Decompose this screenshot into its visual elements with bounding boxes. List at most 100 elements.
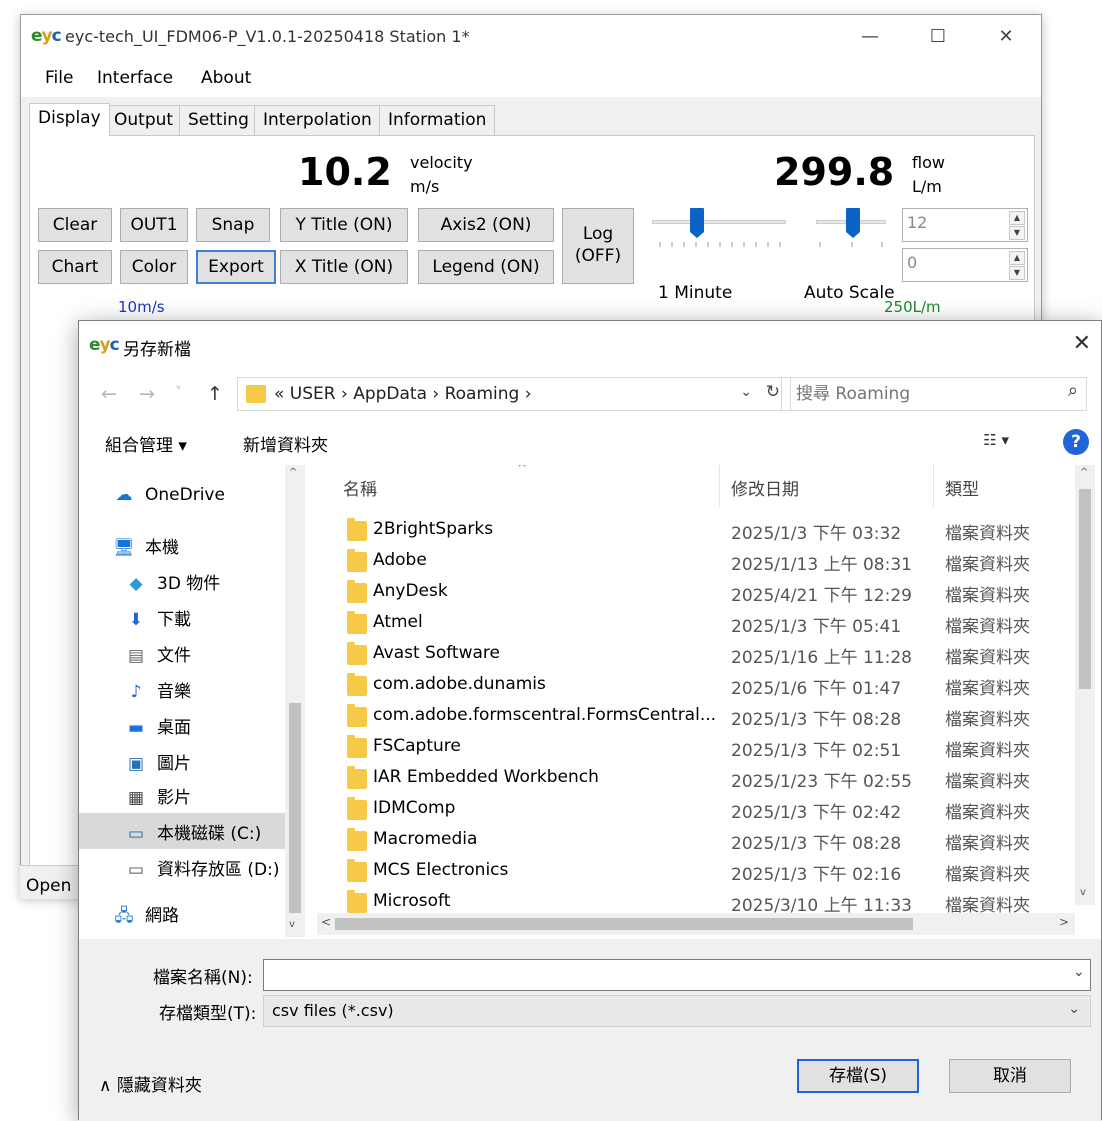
scroll-down-icon[interactable]: v xyxy=(289,919,295,930)
scroll-up-icon[interactable]: ^ xyxy=(289,467,297,478)
file-type: 檔案資料夾 xyxy=(945,555,1030,575)
search-icon[interactable]: ⌕ xyxy=(1068,380,1078,401)
close-icon[interactable]: ✕ xyxy=(1073,331,1091,356)
y-title-button[interactable]: Y Title (ON) xyxy=(280,208,408,242)
nav-item-desktop[interactable]: ▬ 桌面 xyxy=(123,713,191,738)
export-button[interactable]: Export xyxy=(196,250,276,284)
view-options-icon[interactable]: ☷ ▾ xyxy=(983,431,1009,449)
new-folder-button[interactable]: 新增資料夾 xyxy=(243,431,328,456)
snap-button[interactable]: Snap xyxy=(196,208,270,242)
file-row[interactable]: 2BrightSparks 2025/1/3 下午 03:32 檔案資料夾 xyxy=(317,517,1077,548)
nav-item-music[interactable]: ♪ 音樂 xyxy=(123,677,191,702)
column-header-type[interactable]: 類型 xyxy=(945,475,979,500)
color-button[interactable]: Color xyxy=(120,250,188,284)
min-spinner-value[interactable]: 0 xyxy=(907,253,917,272)
nav-item-pictures[interactable]: ▣ 圖片 xyxy=(123,749,191,774)
column-divider[interactable] xyxy=(933,465,934,507)
file-list-vertical-scrollbar[interactable]: ^ v xyxy=(1075,465,1095,905)
column-header-date[interactable]: 修改日期 xyxy=(731,475,799,500)
scroll-up-icon[interactable]: ^ xyxy=(1080,467,1088,478)
nav-item-this-pc[interactable]: 🖥 本機 xyxy=(111,533,179,558)
menu-about[interactable]: About xyxy=(201,68,251,88)
menu-file[interactable]: File xyxy=(45,68,73,88)
back-arrow-icon[interactable]: ← xyxy=(101,383,117,405)
address-bar[interactable]: « USER › AppData › Roaming › ⌄ ↻ xyxy=(237,377,791,411)
main-titlebar[interactable]: eyc eyc-tech_UI_FDM06-P_V1.0.1-20250418 … xyxy=(21,15,1041,59)
tab-setting[interactable]: Setting xyxy=(179,105,258,135)
file-row[interactable]: IDMComp 2025/1/3 下午 02:42 檔案資料夾 xyxy=(317,796,1077,827)
file-row[interactable]: FSCapture 2025/1/3 下午 02:51 檔案資料夾 xyxy=(317,734,1077,765)
organize-button[interactable]: 組合管理 ▾ xyxy=(105,431,187,456)
search-input[interactable] xyxy=(794,381,1044,407)
legend-button[interactable]: Legend (ON) xyxy=(418,250,554,284)
scroll-right-icon[interactable]: > xyxy=(1059,915,1069,929)
scroll-left-icon[interactable]: < xyxy=(321,915,331,929)
spin-down-icon[interactable]: ▼ xyxy=(1009,266,1025,280)
tab-display[interactable]: Display xyxy=(29,103,110,136)
filetype-select[interactable]: csv files (*.csv) ⌄ xyxy=(263,995,1091,1027)
tab-interpolation[interactable]: Interpolation xyxy=(254,105,381,135)
nav-pane-scrollbar[interactable]: ^ v xyxy=(285,465,305,937)
clear-button[interactable]: Clear xyxy=(38,208,112,242)
menu-interface[interactable]: Interface xyxy=(97,68,173,88)
file-name: IAR Embedded Workbench xyxy=(373,767,599,787)
file-row[interactable]: com.adobe.dunamis 2025/1/6 下午 01:47 檔案資料夾 xyxy=(317,672,1077,703)
chevron-down-icon[interactable]: ⌄ xyxy=(1073,964,1085,980)
file-row[interactable]: AnyDesk 2025/4/21 下午 12:29 檔案資料夾 xyxy=(317,579,1077,610)
hide-folders-toggle[interactable]: ∧ 隱藏資料夾 xyxy=(99,1071,202,1096)
column-header-name[interactable]: 名稱 xyxy=(343,475,377,500)
log-button[interactable]: Log (OFF) xyxy=(562,208,634,284)
close-button[interactable]: ✕ xyxy=(983,21,1029,53)
recent-locations-icon[interactable]: ˅ xyxy=(175,385,182,401)
time-slider-track[interactable] xyxy=(652,220,786,224)
chevron-down-icon[interactable]: ⌄ xyxy=(740,384,752,400)
refresh-icon[interactable]: ↻ xyxy=(766,382,780,402)
forward-arrow-icon[interactable]: → xyxy=(139,383,155,405)
nav-item-drive-c[interactable]: ▭ 本機磁碟 (C:) xyxy=(123,819,261,844)
nav-item-documents[interactable]: ▤ 文件 xyxy=(123,641,191,666)
spin-up-icon[interactable]: ▲ xyxy=(1009,211,1025,225)
spin-up-icon[interactable]: ▲ xyxy=(1009,251,1025,265)
spin-down-icon[interactable]: ▼ xyxy=(1009,226,1025,240)
axis2-button[interactable]: Axis2 (ON) xyxy=(418,208,554,242)
nav-item-drive-d[interactable]: ▭ 資料存放區 (D:) xyxy=(123,855,280,880)
time-slider-thumb[interactable] xyxy=(690,208,704,238)
nav-item-network[interactable]: 🖧 網路 xyxy=(111,901,179,932)
file-row[interactable]: IAR Embedded Workbench 2025/1/23 下午 02:55… xyxy=(317,765,1077,796)
nav-item-onedrive[interactable]: ☁ OneDrive xyxy=(111,485,225,505)
nav-item-downloads[interactable]: ⬇ 下載 xyxy=(123,605,191,630)
file-row[interactable]: Adobe 2025/1/13 上午 08:31 檔案資料夾 xyxy=(317,548,1077,579)
chart-button[interactable]: Chart xyxy=(38,250,112,284)
nav-item-3d-objects[interactable]: ◆ 3D 物件 xyxy=(123,569,220,594)
cancel-button[interactable]: 取消 xyxy=(949,1059,1071,1093)
max-spinner[interactable]: 12 ▲ ▼ xyxy=(902,208,1028,242)
file-row[interactable]: Avast Software 2025/1/16 上午 11:28 檔案資料夾 xyxy=(317,641,1077,672)
file-row[interactable]: MCS Electronics 2025/1/3 下午 02:16 檔案資料夾 xyxy=(317,858,1077,889)
file-row[interactable]: Atmel 2025/1/3 下午 05:41 檔案資料夾 xyxy=(317,610,1077,641)
nav-item-videos[interactable]: ▦ 影片 xyxy=(123,783,191,808)
search-box[interactable]: ⌕ xyxy=(781,377,1087,411)
min-spinner[interactable]: 0 ▲ ▼ xyxy=(902,248,1028,282)
help-icon[interactable]: ? xyxy=(1063,429,1089,455)
filename-input[interactable] xyxy=(263,959,1091,991)
breadcrumb[interactable]: « USER › AppData › Roaming › xyxy=(274,384,532,404)
scroll-down-icon[interactable]: v xyxy=(1080,887,1086,898)
tab-output[interactable]: Output xyxy=(105,105,183,135)
save-button[interactable]: 存檔(S) xyxy=(797,1059,919,1093)
horizontal-scroll-thumb[interactable] xyxy=(335,918,913,930)
vertical-scroll-thumb[interactable] xyxy=(1079,489,1091,689)
dialog-titlebar[interactable]: eyc 另存新檔 ✕ xyxy=(79,321,1101,371)
column-divider[interactable] xyxy=(719,465,720,507)
minimize-button[interactable]: — xyxy=(847,21,893,53)
out1-button[interactable]: OUT1 xyxy=(120,208,188,242)
nav-pane-scroll-thumb[interactable] xyxy=(289,703,301,913)
tab-information[interactable]: Information xyxy=(379,105,496,135)
maximize-button[interactable]: ☐ xyxy=(915,21,961,53)
x-title-button[interactable]: X Title (ON) xyxy=(280,250,408,284)
up-arrow-icon[interactable]: ↑ xyxy=(207,383,223,405)
file-list-horizontal-scrollbar[interactable]: < > xyxy=(317,913,1075,935)
max-spinner-value[interactable]: 12 xyxy=(907,213,927,232)
scale-slider-thumb[interactable] xyxy=(846,208,860,238)
file-row[interactable]: Macromedia 2025/1/3 下午 08:28 檔案資料夾 xyxy=(317,827,1077,858)
file-row[interactable]: com.adobe.formscentral.FormsCentral... 20… xyxy=(317,703,1077,734)
